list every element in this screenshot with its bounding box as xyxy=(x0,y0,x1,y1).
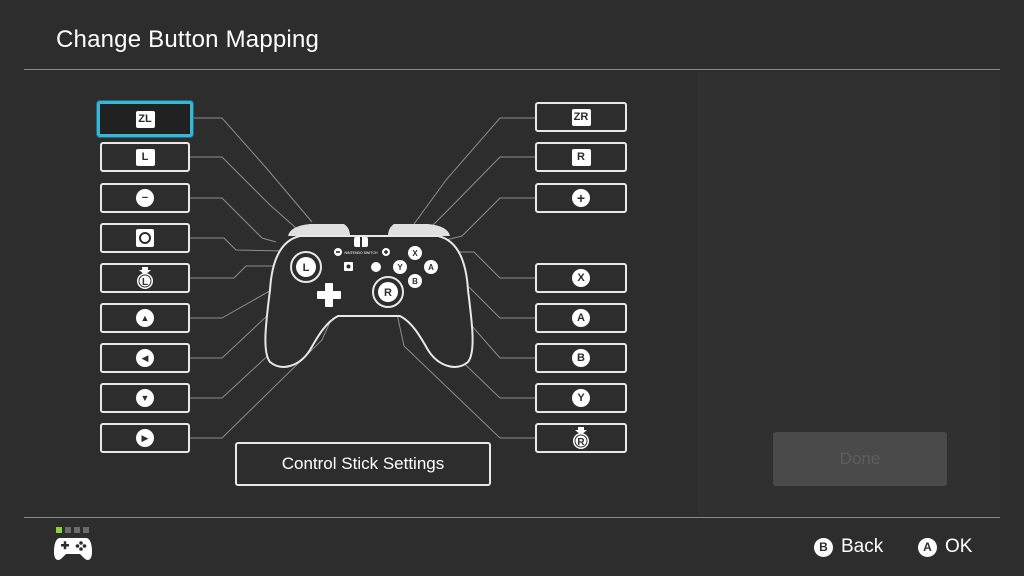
dpad-up-icon: ▲ xyxy=(136,309,154,327)
map-button-zl[interactable]: ZL xyxy=(97,101,193,137)
ok-label: OK xyxy=(945,536,973,557)
b-button-label: B xyxy=(412,277,418,286)
left-stick-label: L xyxy=(303,262,310,274)
lstick-press-icon: L xyxy=(137,267,153,289)
page-dot-active xyxy=(56,527,62,533)
back-label: Back xyxy=(841,536,884,557)
page-dot xyxy=(74,527,80,533)
map-button-y[interactable]: Y xyxy=(535,383,627,413)
map-button-l[interactable]: L xyxy=(100,142,190,172)
map-button-plus[interactable]: + xyxy=(535,183,627,213)
dpad-down-icon: ▼ xyxy=(136,389,154,407)
brand-text: NINTENDO SWITCH xyxy=(344,251,378,255)
x-button-label: X xyxy=(412,249,418,258)
dpad-left-icon: ◀ xyxy=(136,349,154,367)
map-button-zr[interactable]: ZR xyxy=(535,102,627,132)
page-dot xyxy=(83,527,89,533)
map-button-minus[interactable]: − xyxy=(100,183,190,213)
l-icon: L xyxy=(135,148,155,166)
home-icon xyxy=(371,262,381,272)
map-button-x[interactable]: X xyxy=(535,263,627,293)
r-icon: R xyxy=(571,148,591,166)
b-icon: B xyxy=(572,349,590,367)
map-button-dpad-left[interactable]: ◀ xyxy=(100,343,190,373)
ok-action[interactable]: A OK xyxy=(918,536,972,558)
rstick-label: R xyxy=(577,437,585,448)
lstick-label: L xyxy=(142,277,148,288)
gamepad-icon xyxy=(54,538,92,560)
map-button-lstick[interactable]: L xyxy=(100,263,190,293)
minus-icon: − xyxy=(136,189,154,207)
control-stick-settings-button[interactable]: Control Stick Settings xyxy=(235,442,491,486)
page-dot xyxy=(65,527,71,533)
right-stick-label: R xyxy=(384,287,392,299)
map-button-a[interactable]: A xyxy=(535,303,627,333)
map-button-dpad-up[interactable]: ▲ xyxy=(100,303,190,333)
map-button-b[interactable]: B xyxy=(535,343,627,373)
a-icon: A xyxy=(572,309,590,327)
x-icon: X xyxy=(572,269,590,287)
plus-icon: + xyxy=(572,189,590,207)
map-button-dpad-right[interactable]: ▶ xyxy=(100,423,190,453)
y-button-label: Y xyxy=(397,263,403,272)
map-button-rstick[interactable]: R xyxy=(535,423,627,453)
zl-icon: ZL xyxy=(135,110,155,128)
back-action[interactable]: B Back xyxy=(814,536,883,558)
map-button-capture[interactable] xyxy=(100,223,190,253)
a-button-glyph-icon: A xyxy=(918,537,937,557)
dpad-right-icon: ▶ xyxy=(136,429,154,447)
b-button-glyph-icon: B xyxy=(814,537,833,557)
zr-icon: ZR xyxy=(571,108,591,126)
map-button-dpad-down[interactable]: ▼ xyxy=(100,383,190,413)
rstick-press-icon: R xyxy=(573,427,589,449)
footer-divider xyxy=(24,517,1000,518)
y-icon: Y xyxy=(572,389,590,407)
map-button-r[interactable]: R xyxy=(535,142,627,172)
a-button-label: A xyxy=(428,263,434,272)
capture-icon xyxy=(136,229,154,247)
controller-page-indicator xyxy=(56,527,89,533)
